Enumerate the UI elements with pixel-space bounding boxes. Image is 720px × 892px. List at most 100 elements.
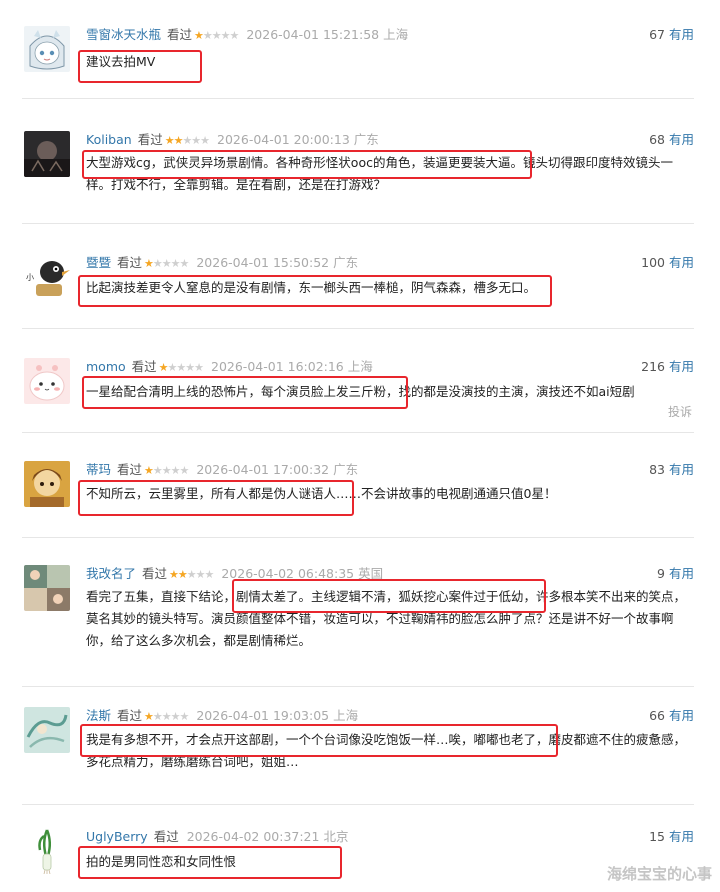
comment-location: 上海 <box>383 27 409 42</box>
useful-vote[interactable]: 100 有用 <box>641 254 694 272</box>
comment-location: 英国 <box>358 566 384 581</box>
username-link[interactable]: UglyBerry <box>86 829 148 844</box>
useful-button[interactable]: 有用 <box>669 132 694 147</box>
comment-text: 建议去拍MV <box>86 54 156 69</box>
report-link[interactable]: 投诉 <box>668 403 692 420</box>
watched-label: 看过 <box>117 708 143 723</box>
watched-label: 看过 <box>153 829 179 844</box>
comment-time: 2026-04-01 17:00:32 <box>196 462 330 477</box>
comment-time: 2026-04-01 15:21:58 <box>246 27 380 42</box>
useful-button[interactable]: 有用 <box>669 566 694 581</box>
comment-list: 雪窗冰天水瓶 看过 ★★★★★ 2026-04-01 15:21:58 上海 67 有用 … <box>0 0 720 892</box>
useful-button[interactable]: 有用 <box>669 359 694 374</box>
comment-location: 北京 <box>323 829 349 844</box>
username-link[interactable]: 法斯 <box>86 708 111 723</box>
watched-label: 看过 <box>117 462 143 477</box>
useful-button[interactable]: 有用 <box>669 829 694 844</box>
useful-button[interactable]: 有用 <box>669 462 694 477</box>
useful-vote[interactable]: 216 有用 <box>641 358 694 376</box>
divider <box>22 686 694 687</box>
comment-time: 2026-04-01 19:03:05 <box>196 708 330 723</box>
avatar[interactable] <box>24 461 70 507</box>
avatar[interactable] <box>24 565 70 611</box>
comment-meta: UglyBerry 看过 2026-04-02 00:37:21 北京 <box>86 828 348 846</box>
vote-count: 100 <box>641 255 665 270</box>
comment-location: 广东 <box>333 462 359 477</box>
useful-button[interactable]: 有用 <box>669 255 694 270</box>
watermark: 海绵宝宝的心事 <box>606 865 712 883</box>
comment-time: 2026-04-01 16:02:16 <box>211 359 344 374</box>
vote-count: 83 <box>649 462 665 477</box>
comment-text: 比起演技差更令人窒息的是没有剧情，东一榔头西一棒槌，阴气森森，槽多无口。 <box>86 280 537 295</box>
golden-portrait-avatar-icon <box>24 461 70 507</box>
vote-count: 67 <box>649 27 665 42</box>
vote-count: 15 <box>649 829 665 844</box>
leek-avatar-icon <box>24 828 70 874</box>
comment-time: 2026-04-02 06:48:35 <box>221 566 355 581</box>
rating-stars: ★★★★★ <box>164 134 210 147</box>
useful-vote[interactable]: 66 有用 <box>649 707 694 725</box>
comment-text: 我是有多想不开，才会点开这部剧，一个个台词像没吃饱饭一样…唉，嘟嘟也老了，磨皮都… <box>86 732 687 769</box>
username-link[interactable]: 我改名了 <box>86 566 136 581</box>
divider <box>22 328 694 329</box>
rating-stars: ★★★★★ <box>169 568 214 581</box>
useful-button[interactable]: 有用 <box>669 27 694 42</box>
anime-character-avatar-icon <box>24 26 70 72</box>
avatar[interactable] <box>24 26 70 72</box>
rating-stars: ★★★★★ <box>194 29 239 42</box>
comment-time: 2026-04-01 20:00:13 <box>217 132 350 147</box>
comment-time: 2026-04-01 15:50:52 <box>196 255 330 270</box>
avatar[interactable] <box>24 358 70 404</box>
watched-label: 看过 <box>167 27 193 42</box>
watched-label: 看过 <box>142 566 168 581</box>
comment-meta: 我改名了 看过 ★★★★★ 2026-04-02 06:48:35 英国 <box>86 565 383 583</box>
username-link[interactable]: 蒂玛 <box>86 462 111 477</box>
svg-text:小: 小 <box>26 273 34 282</box>
teal-art-avatar-icon <box>24 707 70 753</box>
comment-text: 大型游戏cg，武侠灵异场景剧情。各种奇形怪状ooc的角色，装逼更要装大逼。镜头切… <box>86 155 673 192</box>
useful-button[interactable]: 有用 <box>669 708 694 723</box>
vote-count: 68 <box>649 132 665 147</box>
username-link[interactable]: momo <box>86 359 126 374</box>
rating-stars: ★★★★★ <box>144 464 189 477</box>
useful-vote[interactable]: 15 有用 <box>649 828 694 846</box>
rating-stars: ★★★★★ <box>144 257 189 270</box>
comment-meta: 蒂玛 看过 ★★★★★ 2026-04-01 17:00:32 广东 <box>86 461 358 479</box>
comment-meta: 雪窗冰天水瓶 看过 ★★★★★ 2026-04-01 15:21:58 上海 <box>86 26 408 44</box>
watched-label: 看过 <box>117 255 143 270</box>
avatar[interactable] <box>24 707 70 753</box>
avatar[interactable] <box>24 131 70 177</box>
vote-count: 216 <box>641 359 665 374</box>
comment-time: 2026-04-02 00:37:21 <box>186 829 320 844</box>
photo-collage-avatar-icon <box>24 565 70 611</box>
avatar[interactable]: 小 <box>24 254 70 300</box>
comment-text: 看完了五集，直接下结论，剧情太差了。主线逻辑不清，狐妖挖心案件过于低幼，许多根本… <box>86 589 687 648</box>
comment-text: 拍的是男同性恋和女同性恨 <box>86 854 237 869</box>
divider <box>22 432 694 433</box>
comment-meta: 暨暨 看过 ★★★★★ 2026-04-01 15:50:52 广东 <box>86 254 358 272</box>
comment-meta: 法斯 看过 ★★★★★ 2026-04-01 19:03:05 上海 <box>86 707 358 725</box>
comment-meta: Koliban 看过 ★★★★★ 2026-04-01 20:00:13 广东 <box>86 131 379 149</box>
comment-location: 上海 <box>333 708 359 723</box>
comment-meta: momo 看过 ★★★★★ 2026-04-01 16:02:16 上海 <box>86 358 373 376</box>
vote-count: 9 <box>657 566 665 581</box>
avatar[interactable] <box>24 828 70 874</box>
comment-text: 不知所云，云里雾里，所有人都是伪人谜语人……不会讲故事的电视剧通通只值0星！ <box>86 486 557 501</box>
useful-vote[interactable]: 83 有用 <box>649 461 694 479</box>
useful-vote[interactable]: 9 有用 <box>657 565 694 583</box>
watched-label: 看过 <box>137 132 163 147</box>
useful-vote[interactable]: 67 有用 <box>649 26 694 44</box>
divider <box>22 98 694 99</box>
username-link[interactable]: 暨暨 <box>86 255 111 270</box>
vote-count: 66 <box>649 708 665 723</box>
watched-label: 看过 <box>131 359 157 374</box>
useful-vote[interactable]: 68 有用 <box>649 131 694 149</box>
username-link[interactable]: Koliban <box>86 132 132 147</box>
comment-location: 广东 <box>333 255 359 270</box>
dark-landscape-avatar-icon <box>24 131 70 177</box>
cartoon-bird-avatar-icon: 小 <box>24 254 70 300</box>
divider <box>22 804 694 805</box>
rating-stars: ★★★★★ <box>158 361 204 374</box>
divider <box>22 223 694 224</box>
username-link[interactable]: 雪窗冰天水瓶 <box>86 27 161 42</box>
